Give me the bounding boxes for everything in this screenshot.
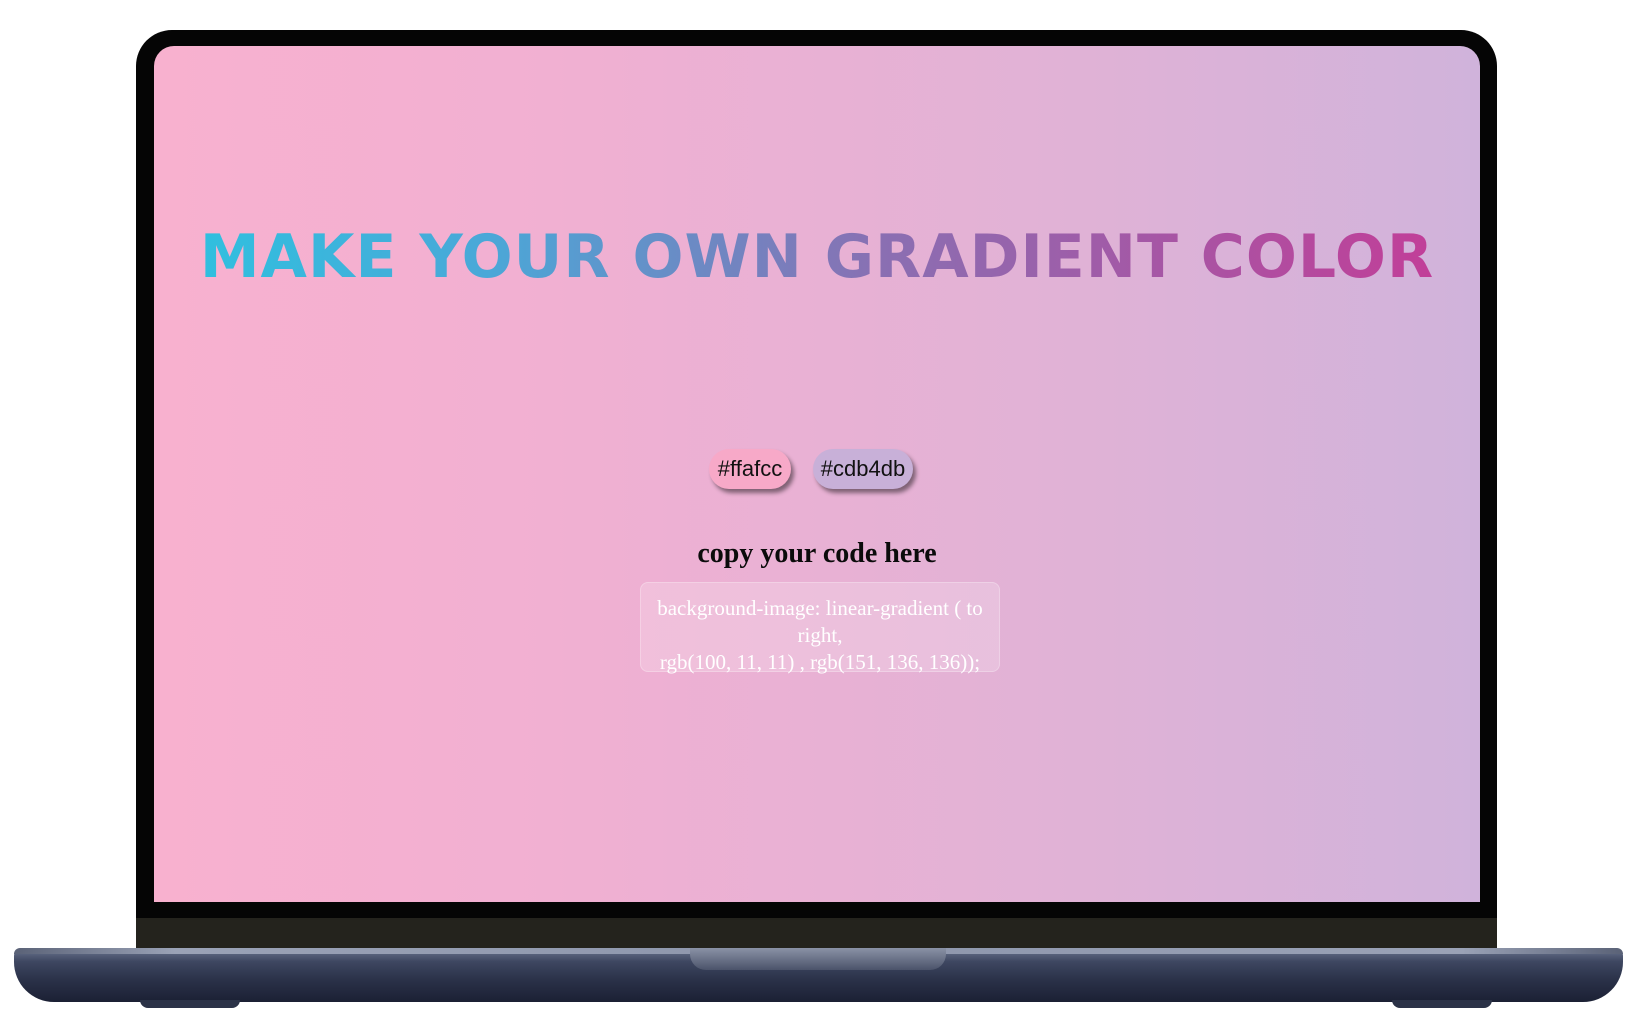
code-output-line-2: rgb(100, 11, 11) , rgb(151, 136, 136)); [659,650,981,674]
page-title: MAKE YOUR OWN GRADIENT COLOR [154,222,1480,292]
color-picker-1[interactable]: #ffafcc [709,449,791,489]
laptop-opening-notch [690,948,946,970]
code-output-line-1: background-image: linear-gradient ( to r… [657,596,983,647]
color-picker-2[interactable]: #cdb4db [813,449,913,489]
laptop-screen: MAKE YOUR OWN GRADIENT COLOR #ffafcc #cd… [154,46,1480,902]
copy-code-heading: copy your code here [697,538,937,569]
laptop-foot-left [140,1000,240,1008]
color-pickers: #ffafcc #cdb4db [154,449,1480,489]
laptop-mockup: MAKE YOUR OWN GRADIENT COLOR #ffafcc #cd… [0,0,1637,1035]
laptop-hinge [136,918,1497,950]
laptop-foot-right [1392,1000,1492,1008]
code-output-box[interactable]: background-image: linear-gradient ( to r… [640,582,1000,674]
